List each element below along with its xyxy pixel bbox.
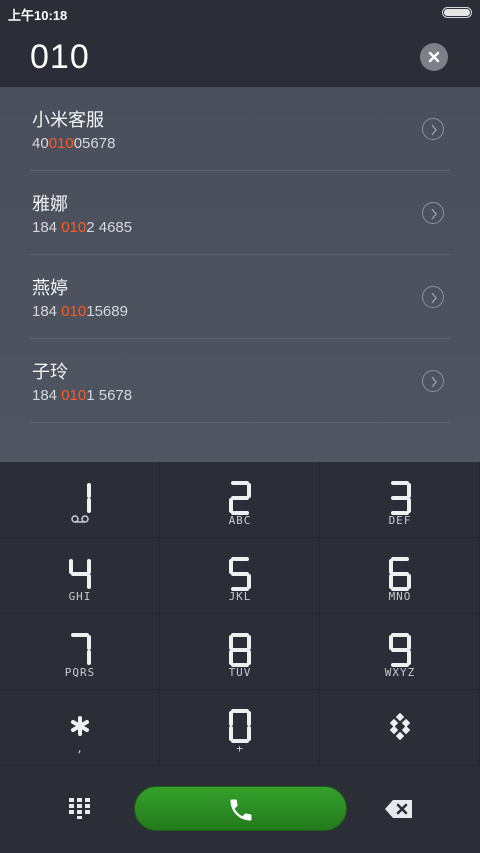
- contact-row[interactable]: 雅娜 184 0102 4685: [30, 171, 450, 255]
- battery-icon: [442, 7, 472, 18]
- dialpad-grid-icon: [69, 798, 90, 819]
- clear-button[interactable]: [420, 43, 448, 71]
- key-letters: +: [236, 742, 244, 755]
- contact-name: 雅娜: [32, 194, 68, 215]
- phone-icon: [230, 799, 252, 821]
- dialed-number[interactable]: 010: [30, 38, 90, 77]
- contact-results: 小米客服 4001005678 雅娜 184 0102 4685 燕婷 184 …: [0, 87, 480, 462]
- dial-input-bar: 010: [0, 26, 480, 87]
- key-digit: [320, 632, 480, 667]
- number-match: 010: [61, 219, 87, 236]
- key-2[interactable]: ABC: [160, 462, 320, 538]
- contact-row[interactable]: 燕婷 184 01015689: [30, 255, 450, 339]
- key-letters: TUV: [228, 666, 252, 679]
- key-digit: [0, 708, 160, 742]
- key-digit: [320, 556, 480, 591]
- key-4[interactable]: GHI: [0, 538, 160, 614]
- contact-row[interactable]: 小米客服 4001005678: [30, 87, 450, 171]
- contact-number: 184 0101 5678: [32, 387, 133, 404]
- key-letters: DEF: [388, 514, 412, 527]
- key-6[interactable]: MNO: [320, 538, 480, 614]
- key-9[interactable]: WXYZ: [320, 614, 480, 690]
- key-letters: WXYZ: [384, 666, 416, 679]
- chevron-right-icon[interactable]: [422, 286, 444, 308]
- chevron-right-icon[interactable]: [422, 202, 444, 224]
- key-3[interactable]: DEF: [320, 462, 480, 538]
- contact-name: 小米客服: [32, 110, 104, 131]
- number-match: 010: [48, 135, 74, 152]
- key-digit: [320, 708, 480, 742]
- voicemail-icon: [0, 514, 160, 527]
- key-8[interactable]: TUV: [160, 614, 320, 690]
- key-letters: PQRS: [64, 666, 96, 679]
- contact-name: 燕婷: [32, 278, 68, 299]
- key-letters: JKL: [228, 590, 252, 603]
- chevron-right-icon[interactable]: [422, 118, 444, 140]
- key-0[interactable]: +: [160, 690, 320, 766]
- number-match: 010: [61, 387, 87, 404]
- clear-icon: [428, 51, 440, 63]
- backspace-icon: [385, 800, 412, 818]
- key-digit: [0, 480, 160, 514]
- contact-number: 184 0102 4685: [32, 219, 133, 236]
- contact-number: 4001005678: [32, 135, 116, 152]
- key-digit: [160, 556, 320, 591]
- key-digit: [160, 480, 320, 515]
- dialpad-toggle-button[interactable]: [68, 797, 92, 823]
- chevron-right-icon[interactable]: [422, 370, 444, 392]
- bottom-action-bar: [0, 766, 480, 853]
- key-digit: [160, 708, 320, 743]
- key-letters: MNO: [388, 590, 412, 603]
- dial-keypad: ABC DEF GHI JKL MNO PQRS TUV WXYZ, +: [0, 462, 480, 766]
- key-digit: [160, 632, 320, 667]
- key-letters: ABC: [228, 514, 252, 527]
- contact-name: 子玲: [32, 362, 68, 383]
- contact-row[interactable]: 子玲 184 0101 5678: [30, 339, 450, 423]
- key-hash[interactable]: [320, 690, 480, 766]
- status-bar: 上午10:18: [0, 0, 480, 26]
- key-1[interactable]: [0, 462, 160, 538]
- key-letters: GHI: [68, 590, 92, 603]
- key-5[interactable]: JKL: [160, 538, 320, 614]
- key-digit: [0, 632, 160, 666]
- backspace-button[interactable]: [384, 799, 414, 823]
- key-7[interactable]: PQRS: [0, 614, 160, 690]
- call-button[interactable]: [134, 786, 347, 831]
- key-star[interactable]: ,: [0, 690, 160, 766]
- key-letters: ,: [76, 742, 84, 755]
- key-digit: [0, 556, 160, 590]
- contact-number: 184 01015689: [32, 303, 128, 320]
- status-time: 上午10:18: [8, 8, 68, 23]
- key-digit: [320, 480, 480, 515]
- number-match: 010: [61, 303, 87, 320]
